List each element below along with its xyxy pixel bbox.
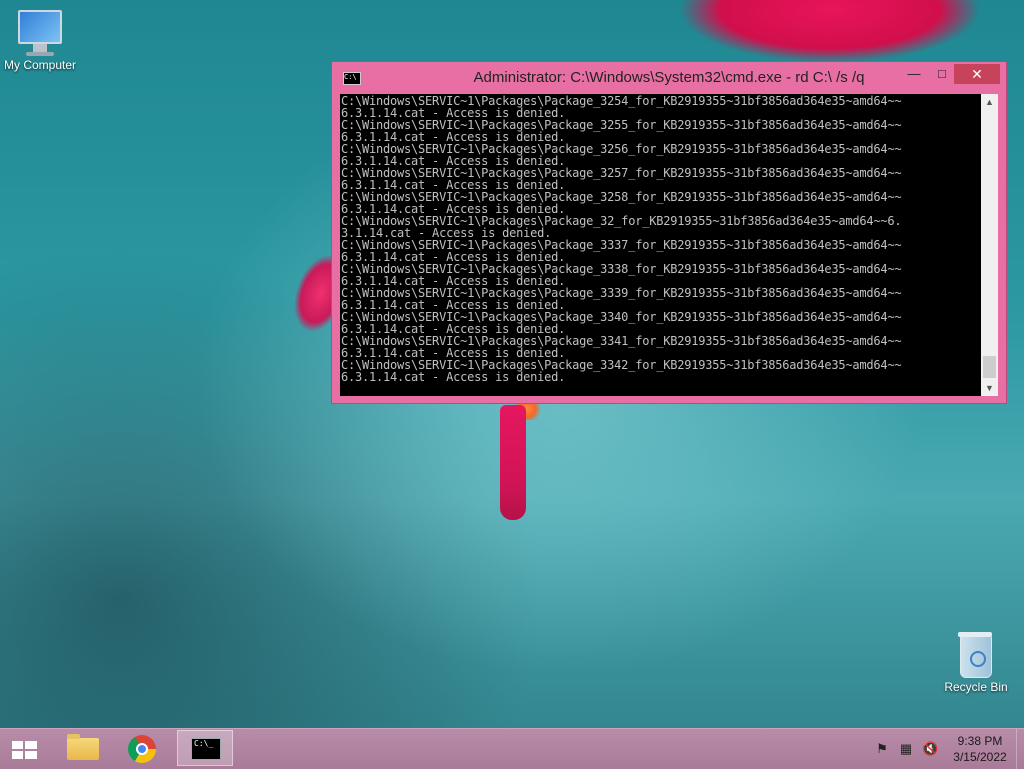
clock-date: 3/15/2022 (953, 750, 1007, 764)
desktop-icon-my-computer[interactable]: My Computer (0, 10, 80, 72)
start-button[interactable] (8, 735, 40, 763)
maximize-button[interactable]: □ (930, 64, 954, 84)
network-icon[interactable]: ▦ (898, 741, 914, 757)
recycle-bin-icon (936, 632, 1016, 678)
cmd-icon: C:\_ (191, 738, 221, 760)
cmd-window[interactable]: C:\ Administrator: C:\Windows\System32\c… (331, 61, 1007, 404)
minimize-button[interactable]: — (902, 64, 926, 84)
action-center-flag-icon[interactable]: ⚑ (874, 741, 890, 757)
desktop-icon-recycle-bin[interactable]: Recycle Bin (936, 632, 1016, 694)
title-bar[interactable]: C:\ Administrator: C:\Windows\System32\c… (332, 62, 1006, 94)
clock-time: 9:38 PM (957, 734, 1003, 748)
taskbar-chrome[interactable] (115, 730, 171, 766)
chrome-icon (128, 735, 156, 763)
taskbar-command-prompt[interactable]: C:\_ (177, 730, 233, 766)
show-desktop-button[interactable] (1016, 729, 1024, 769)
desktop-icon-label: My Computer (3, 58, 77, 72)
taskbar-file-explorer[interactable] (55, 730, 111, 766)
scroll-up-arrow-icon[interactable]: ▲ (981, 94, 998, 110)
taskbar: C:\_ ⚑ ▦ 🔇 9:38 PM 3/15/2022 (0, 728, 1024, 769)
scroll-down-arrow-icon[interactable]: ▼ (981, 380, 998, 396)
system-clock[interactable]: 9:38 PM 3/15/2022 (948, 733, 1012, 765)
console-output[interactable]: C:\Windows\SERVIC~1\Packages\Package_325… (340, 94, 981, 396)
wallpaper-stem (500, 405, 526, 520)
scroll-thumb[interactable] (983, 356, 996, 378)
windows-logo-icon (12, 741, 38, 759)
wallpaper-petal-top (630, 0, 1024, 70)
monitor-icon (0, 10, 80, 56)
volume-muted-icon[interactable]: 🔇 (922, 741, 938, 757)
console-text: C:\Windows\SERVIC~1\Packages\Package_325… (341, 94, 902, 384)
close-button[interactable]: ✕ (954, 64, 1000, 84)
desktop-icon-label: Recycle Bin (944, 680, 1008, 694)
vertical-scrollbar[interactable]: ▲ ▼ (981, 94, 998, 396)
folder-icon (67, 734, 99, 760)
